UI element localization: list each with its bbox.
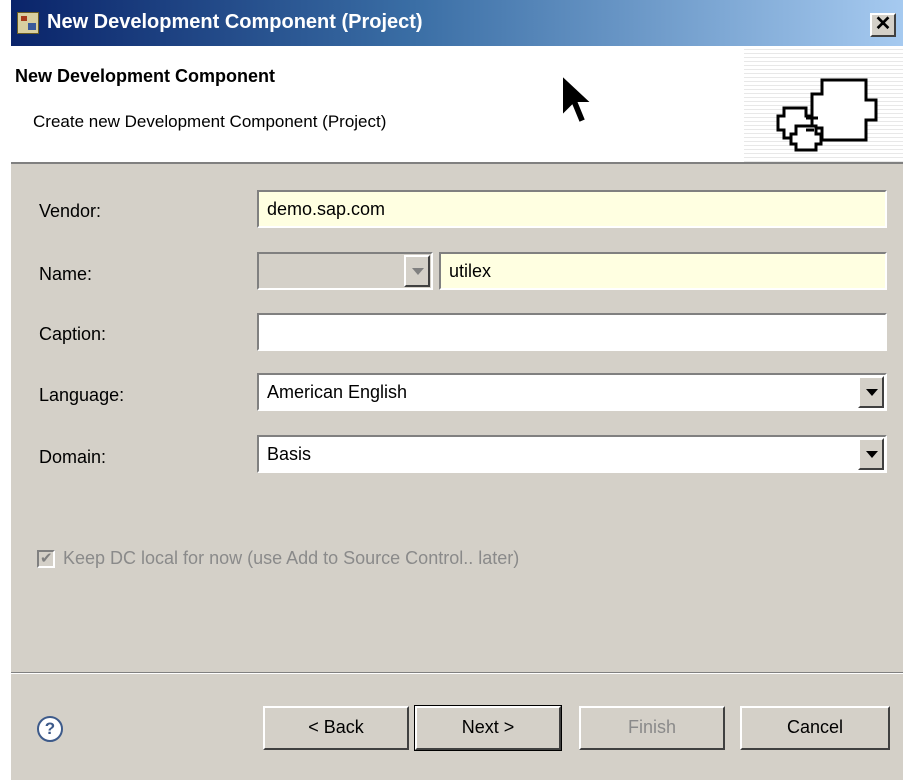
checkbox-icon[interactable] (37, 549, 55, 569)
dropdown-arrow-icon[interactable] (858, 438, 884, 470)
keep-local-label: Keep DC local for now (use Add to Source… (63, 548, 520, 568)
window-title: New Development Component (Project) (47, 11, 423, 33)
vendor-field[interactable]: demo.sap.com (257, 190, 887, 228)
vendor-value: demo.sap.com (267, 199, 386, 219)
vendor-label: Vendor: (39, 201, 102, 221)
domain-select[interactable]: Basis (257, 435, 887, 473)
mouse-cursor-icon (561, 72, 593, 125)
name-prefix-select (257, 252, 433, 290)
caption-label: Caption: (39, 324, 107, 344)
components-graphic (776, 78, 878, 152)
cancel-button[interactable]: Cancel (740, 706, 890, 750)
wizard-title: New Development Component (15, 66, 276, 86)
name-label: Name: (39, 264, 93, 284)
back-button[interactable]: < Back (263, 706, 409, 750)
close-icon[interactable]: ✕ (870, 13, 896, 37)
wizard-description: Create new Development Component (Projec… (33, 112, 387, 131)
caption-field[interactable] (257, 313, 887, 351)
wizard-header: New Development Component Create new Dev… (11, 46, 903, 164)
domain-value: Basis (267, 444, 312, 464)
dropdown-arrow-icon (404, 255, 430, 287)
next-button[interactable]: Next > (414, 705, 562, 751)
language-value: American English (267, 382, 408, 402)
title-bar[interactable]: New Development Component (Project) ✕ (11, 0, 903, 46)
name-field[interactable]: utilex (439, 252, 887, 290)
name-value: utilex (449, 261, 492, 281)
dropdown-arrow-icon[interactable] (858, 376, 884, 408)
language-select[interactable]: American English (257, 373, 887, 411)
finish-button: Finish (579, 706, 725, 750)
button-separator (11, 672, 903, 674)
language-label: Language: (39, 385, 125, 405)
help-icon[interactable]: ? (37, 716, 63, 742)
app-icon (17, 12, 39, 34)
domain-label: Domain: (39, 447, 107, 467)
keep-local-checkbox[interactable]: Keep DC local for now (use Add to Source… (37, 548, 519, 569)
dialog-window: New Development Component (Project) ✕ Ne… (10, 0, 903, 780)
